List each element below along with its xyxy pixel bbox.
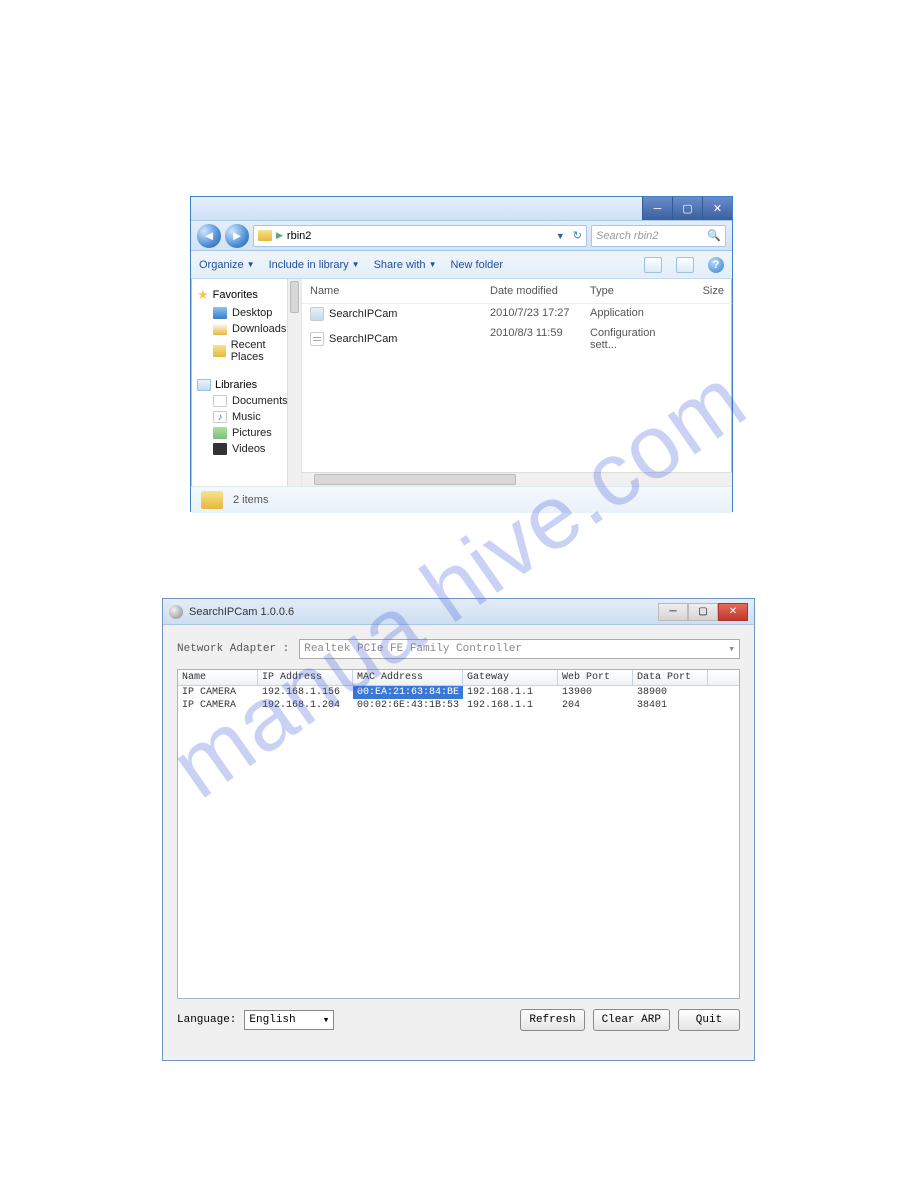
nav-forward-button[interactable]: ► (225, 224, 249, 248)
maximize-button[interactable]: ▢ (688, 603, 718, 621)
search-input[interactable]: Search rbin2 🔍 (591, 225, 726, 247)
col-name[interactable]: Name (302, 283, 482, 299)
favorites-header[interactable]: ★ Favorites (193, 285, 299, 305)
language-label: Language: (177, 1014, 236, 1026)
explorer-titlebar: ─ ▢ ✕ (191, 197, 732, 221)
th-name[interactable]: Name (178, 670, 258, 685)
help-icon[interactable]: ? (708, 257, 724, 273)
table-row[interactable]: IP CAMERA 192.168.1.156 00:EA:21:63:84:B… (178, 686, 739, 699)
new-folder-button[interactable]: New folder (450, 259, 503, 271)
file-header-row[interactable]: Name Date modified Type Size (302, 279, 732, 304)
adapter-select[interactable]: Realtek PCIe FE Family Controller ▾ (299, 639, 740, 659)
file-row[interactable]: SearchIPCam 2010/7/23 17:27 Application (302, 304, 732, 324)
ipcam-footer: Language: English ▾ Refresh Clear ARP Qu… (177, 999, 740, 1031)
view-mode-button[interactable] (644, 257, 662, 273)
searchipcam-window: SearchIPCam 1.0.0.6 ─ ▢ ✕ Network Adapte… (162, 598, 755, 1061)
col-type[interactable]: Type (582, 283, 692, 299)
folder-icon (201, 491, 223, 509)
close-button[interactable]: ✕ (702, 197, 732, 220)
file-list: Name Date modified Type Size SearchIPCam… (302, 279, 732, 486)
adapter-row: Network Adapter : Realtek PCIe FE Family… (177, 639, 740, 659)
recent-icon (213, 345, 226, 357)
nav-back-button[interactable]: ◄ (197, 224, 221, 248)
th-ip[interactable]: IP Address (258, 670, 353, 685)
video-icon (213, 443, 227, 455)
nav-scrollbar[interactable] (287, 279, 301, 486)
preview-pane-button[interactable] (676, 257, 694, 273)
ipcam-titlebar: SearchIPCam 1.0.0.6 ─ ▢ ✕ (163, 599, 754, 625)
nav-pictures[interactable]: Pictures (193, 425, 299, 441)
th-gateway[interactable]: Gateway (463, 670, 558, 685)
nav-downloads[interactable]: Downloads (193, 321, 299, 337)
nav-videos[interactable]: Videos (193, 441, 299, 457)
star-icon: ★ (197, 287, 209, 303)
search-placeholder: Search rbin2 (596, 230, 658, 242)
nav-desktop[interactable]: Desktop (193, 305, 299, 321)
chevron-down-icon: ▾ (323, 1013, 330, 1027)
adapter-label: Network Adapter : (177, 643, 289, 655)
th-webport[interactable]: Web Port (558, 670, 633, 685)
camera-table: Name IP Address MAC Address Gateway Web … (177, 669, 740, 999)
favorites-label: Favorites (213, 289, 258, 301)
refresh-button[interactable]: Refresh (520, 1009, 584, 1031)
libraries-label: Libraries (215, 379, 257, 391)
address-field[interactable]: ▶ rbin2 ▼ ↻ (253, 225, 587, 247)
file-row[interactable]: SearchIPCam 2010/8/3 11:59 Configuration… (302, 324, 732, 354)
language-value: English (249, 1014, 295, 1026)
quit-button[interactable]: Quit (678, 1009, 740, 1031)
music-icon: ♪ (213, 411, 227, 423)
share-with-menu[interactable]: Share with▼ (374, 259, 437, 271)
explorer-toolbar: Organize▼ Include in library▼ Share with… (191, 251, 732, 279)
language-select[interactable]: English ▾ (244, 1010, 334, 1030)
refresh-icon[interactable]: ↻ (573, 229, 582, 242)
nav-recent-places[interactable]: Recent Places (193, 337, 299, 365)
table-header[interactable]: Name IP Address MAC Address Gateway Web … (178, 670, 739, 686)
folder-icon (258, 230, 272, 241)
status-text: 2 items (233, 494, 268, 506)
nav-music[interactable]: ♪Music (193, 409, 299, 425)
desktop-icon (213, 307, 227, 319)
chevron-down-icon: ▾ (728, 642, 735, 656)
minimize-button[interactable]: ─ (642, 197, 672, 220)
window-title: SearchIPCam 1.0.0.6 (189, 606, 294, 618)
include-library-menu[interactable]: Include in library▼ (269, 259, 360, 271)
col-size[interactable]: Size (692, 283, 732, 299)
status-bar: 2 items (191, 486, 732, 513)
explorer-body: ★ Favorites Desktop Downloads Recent Plac… (191, 279, 732, 486)
search-icon: 🔍 (707, 229, 721, 242)
organize-menu[interactable]: Organize▼ (199, 259, 255, 271)
address-bar-row: ◄ ► ▶ rbin2 ▼ ↻ Search rbin2 🔍 (191, 221, 732, 251)
download-icon (213, 323, 227, 335)
th-mac[interactable]: MAC Address (353, 670, 463, 685)
nav-documents[interactable]: Documents (193, 393, 299, 409)
horizontal-scrollbar[interactable] (302, 472, 732, 486)
clear-arp-button[interactable]: Clear ARP (593, 1009, 670, 1031)
minimize-button[interactable]: ─ (658, 603, 688, 621)
adapter-value: Realtek PCIe FE Family Controller (304, 643, 522, 655)
app-icon (310, 307, 324, 321)
library-icon (197, 379, 211, 391)
nav-pane: ★ Favorites Desktop Downloads Recent Plac… (191, 279, 302, 486)
close-button[interactable]: ✕ (718, 603, 748, 621)
breadcrumb-sep-icon: ▶ (276, 230, 283, 241)
document-icon (213, 395, 227, 407)
ipcam-body: Network Adapter : Realtek PCIe FE Family… (163, 625, 754, 1041)
th-dataport[interactable]: Data Port (633, 670, 708, 685)
maximize-button[interactable]: ▢ (672, 197, 702, 220)
app-icon (169, 605, 183, 619)
picture-icon (213, 427, 227, 439)
address-dropdown-icon[interactable]: ▼ (552, 231, 569, 241)
col-date[interactable]: Date modified (482, 283, 582, 299)
libraries-header[interactable]: Libraries (193, 377, 299, 393)
breadcrumb-text: rbin2 (287, 230, 311, 242)
explorer-window: ─ ▢ ✕ ◄ ► ▶ rbin2 ▼ ↻ Search rbin2 🔍 Org… (190, 196, 733, 512)
config-icon (310, 332, 324, 346)
table-row[interactable]: IP CAMERA 192.168.1.204 00:02:6E:43:1B:5… (178, 699, 739, 712)
